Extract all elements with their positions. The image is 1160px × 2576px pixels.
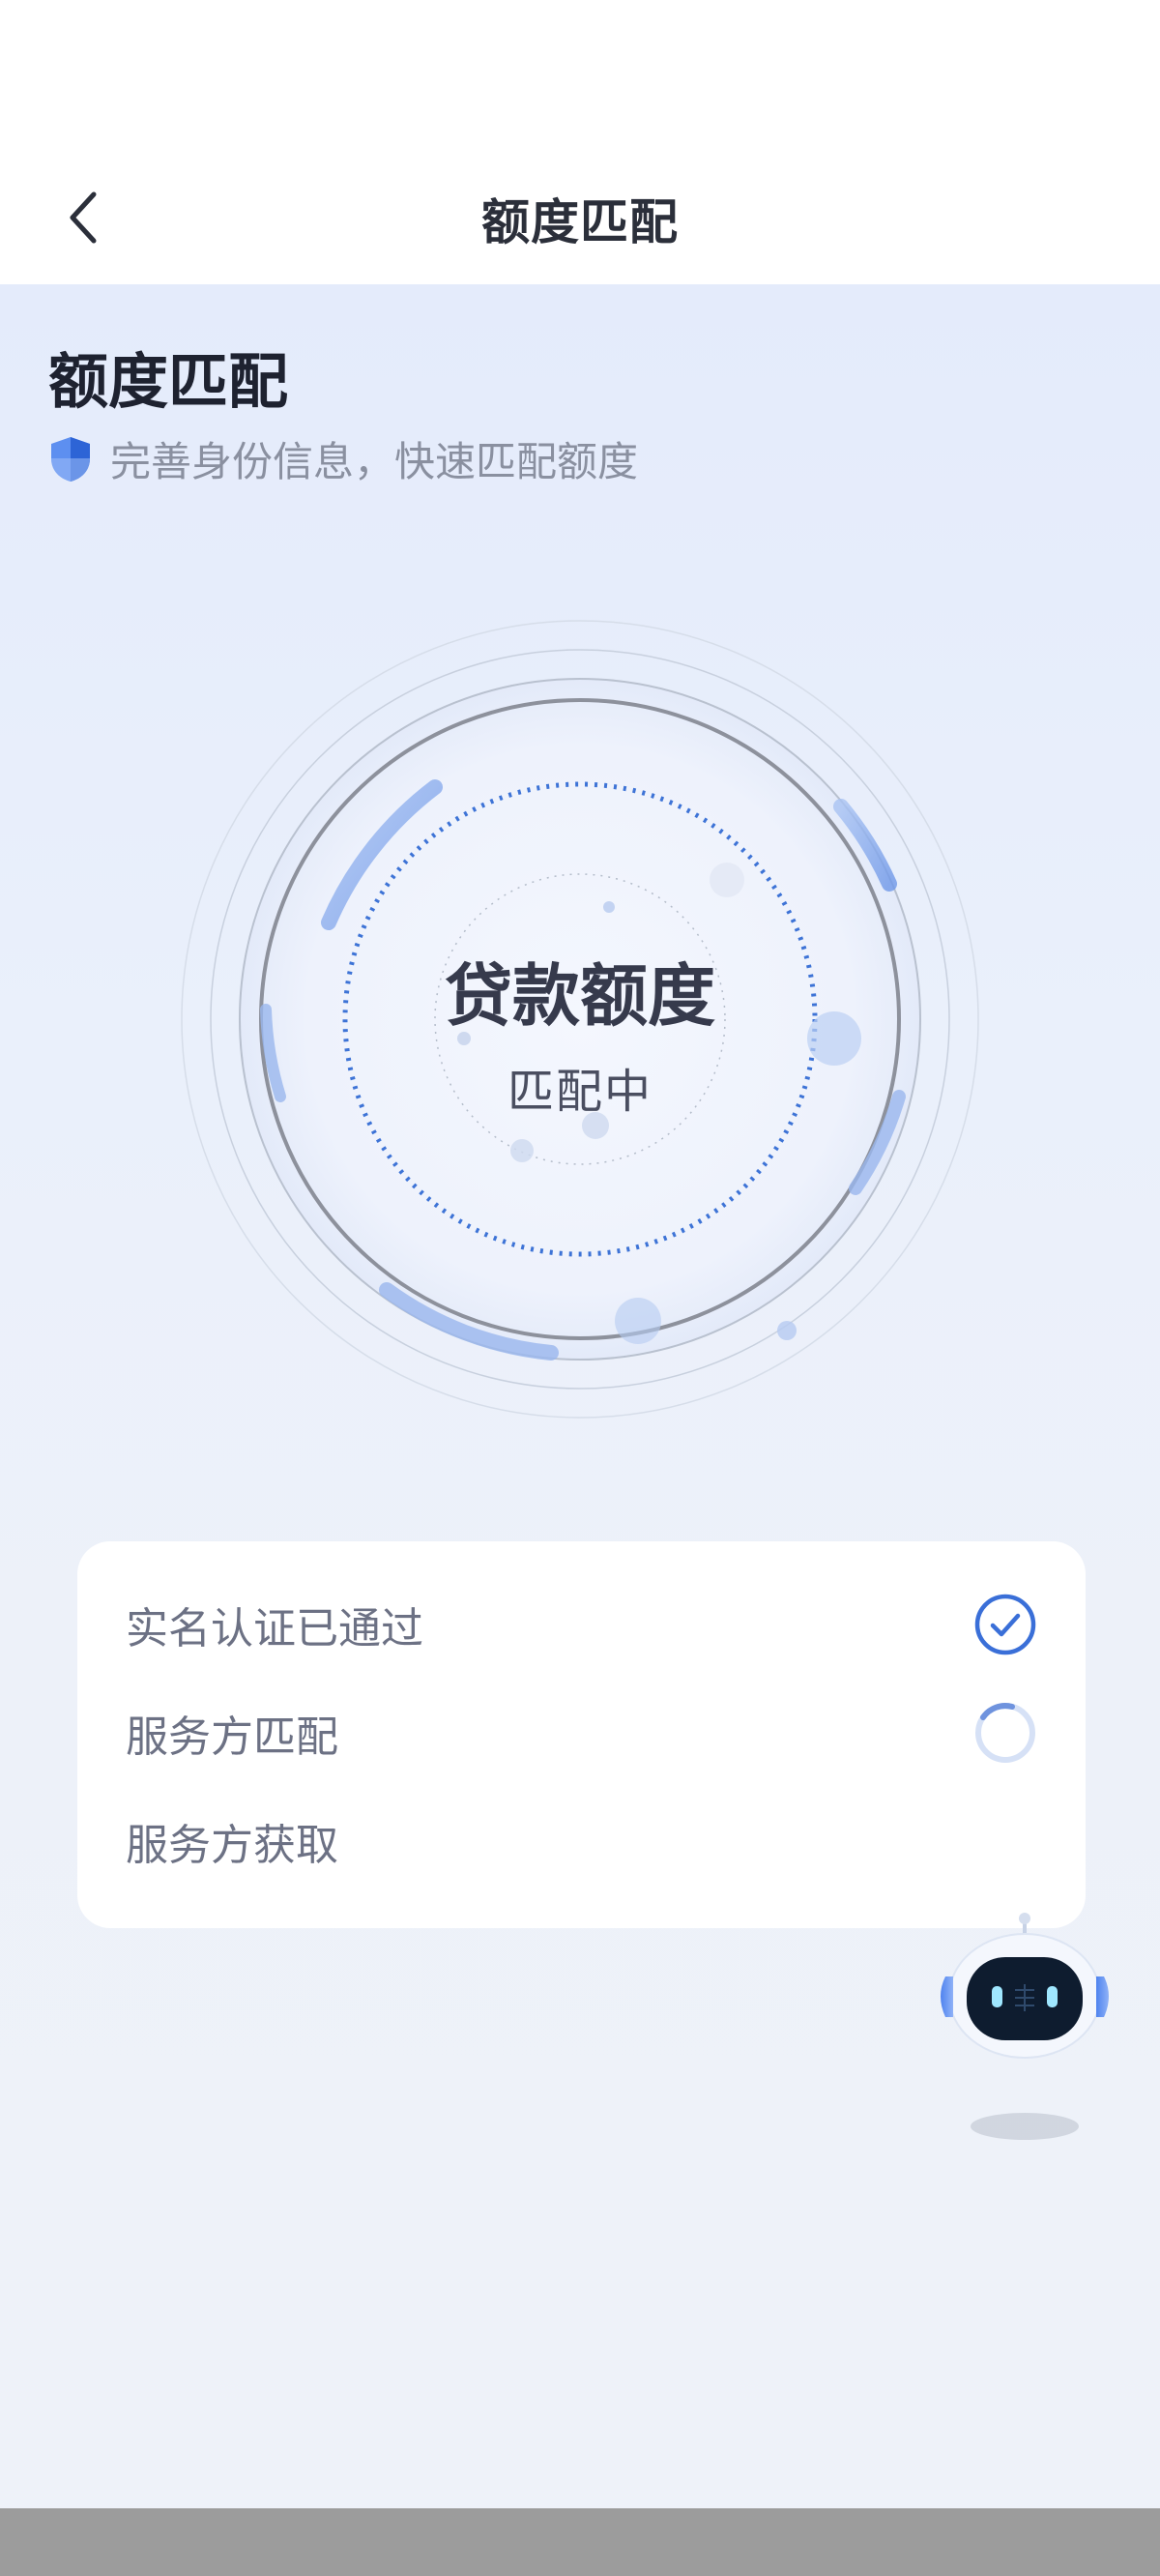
step-service-obtain: 服务方获取 bbox=[126, 1793, 1037, 1889]
robot-assistant-icon[interactable] bbox=[928, 1909, 1121, 2151]
step-service-match: 服务方匹配 bbox=[126, 1684, 1037, 1781]
status-bar bbox=[0, 0, 1160, 155]
matching-progress-ring: 贷款额度 匹配中 bbox=[145, 594, 1015, 1445]
step-label: 实名认证已通过 bbox=[126, 1604, 423, 1654]
step-real-name: 实名认证已通过 bbox=[126, 1576, 1037, 1673]
shield-icon bbox=[51, 436, 90, 482]
check-circle-icon bbox=[974, 1594, 1036, 1655]
subtitle-row: 完善身份信息，快速匹配额度 bbox=[48, 429, 638, 488]
page-title: 额度匹配 bbox=[48, 346, 289, 417]
steps-card: 实名认证已通过 服务方匹配 服务方获取 bbox=[77, 1541, 1086, 1928]
spinner-icon bbox=[975, 1703, 1035, 1763]
loan-amount-title: 贷款额度 bbox=[445, 956, 715, 1036]
home-indicator-bar bbox=[0, 2508, 1160, 2576]
step-label: 服务方获取 bbox=[126, 1821, 338, 1870]
nav-title: 额度匹配 bbox=[481, 194, 679, 250]
step-label: 服务方匹配 bbox=[126, 1712, 338, 1762]
subtitle-text: 完善身份信息，快速匹配额度 bbox=[110, 438, 639, 485]
main-content: 额度匹配 完善身份信息，快速匹配额度 贷款额度 匹配中 实名认证已通过 服务方匹… bbox=[0, 284, 1160, 2508]
nav-bar: 额度匹配 bbox=[0, 155, 1160, 284]
matching-status: 匹配中 bbox=[507, 1065, 652, 1119]
